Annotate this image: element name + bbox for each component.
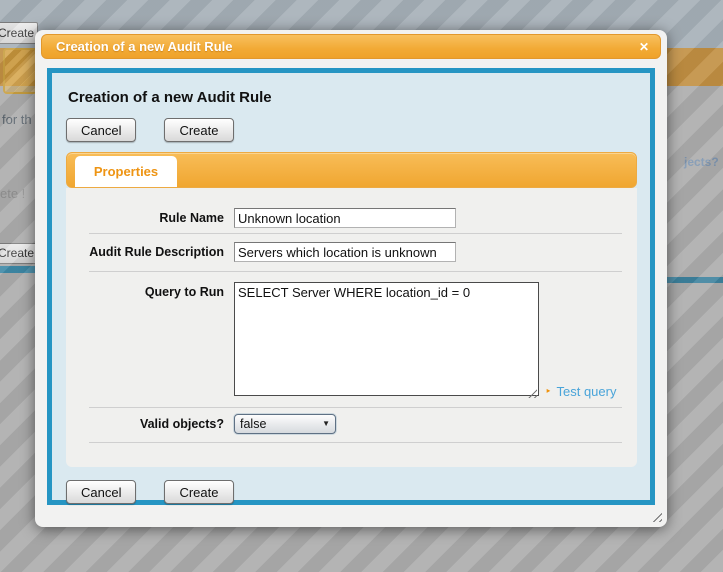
audit-rule-dialog: Creation of a new Audit Rule ✕ Creation … [35, 30, 667, 527]
create-button-bottom[interactable]: Create [164, 480, 233, 504]
arrow-bullet-icon: ‣ [545, 385, 552, 398]
top-button-row: Cancel Create [66, 118, 637, 142]
tab-properties[interactable]: Properties [75, 156, 177, 187]
test-query-link[interactable]: ‣ Test query [545, 384, 616, 399]
description-label: Audit Rule Description [66, 245, 234, 259]
screen: Create for th ete ! Create jects? Creati… [0, 0, 723, 572]
bottom-button-row: Cancel Create [66, 480, 637, 504]
query-textarea[interactable]: SELECT Server WHERE location_id = 0 [234, 282, 539, 396]
query-label: Query to Run [66, 282, 234, 299]
dialog-resize-grip-icon[interactable] [649, 509, 662, 522]
valid-objects-select[interactable]: false [234, 414, 336, 434]
rule-name-input[interactable] [234, 208, 456, 228]
form-row-valid-objects: Valid objects? false ▼ [66, 408, 637, 442]
tab-bar: Properties [66, 152, 637, 188]
test-query-label: Test query [557, 384, 617, 399]
cancel-button-top[interactable]: Cancel [66, 118, 136, 142]
page-title: Creation of a new Audit Rule [68, 89, 637, 106]
dialog-content-panel: Creation of a new Audit Rule Cancel Crea… [47, 68, 655, 505]
rule-name-label: Rule Name [66, 211, 234, 225]
dialog-title: Creation of a new Audit Rule [42, 39, 232, 54]
form-row-rule-name: Rule Name [66, 204, 637, 233]
close-icon[interactable]: ✕ [639, 41, 649, 53]
cancel-button-bottom[interactable]: Cancel [66, 480, 136, 504]
valid-objects-label: Valid objects? [66, 417, 234, 431]
row-separator [89, 442, 622, 443]
form-row-description: Audit Rule Description [66, 234, 637, 271]
create-button-top[interactable]: Create [164, 118, 233, 142]
properties-form: Rule Name Audit Rule Description Query t… [66, 188, 637, 467]
dialog-titlebar[interactable]: Creation of a new Audit Rule ✕ [41, 34, 661, 59]
form-row-query: Query to Run SELECT Server WHERE locatio… [66, 272, 637, 407]
description-input[interactable] [234, 242, 456, 262]
